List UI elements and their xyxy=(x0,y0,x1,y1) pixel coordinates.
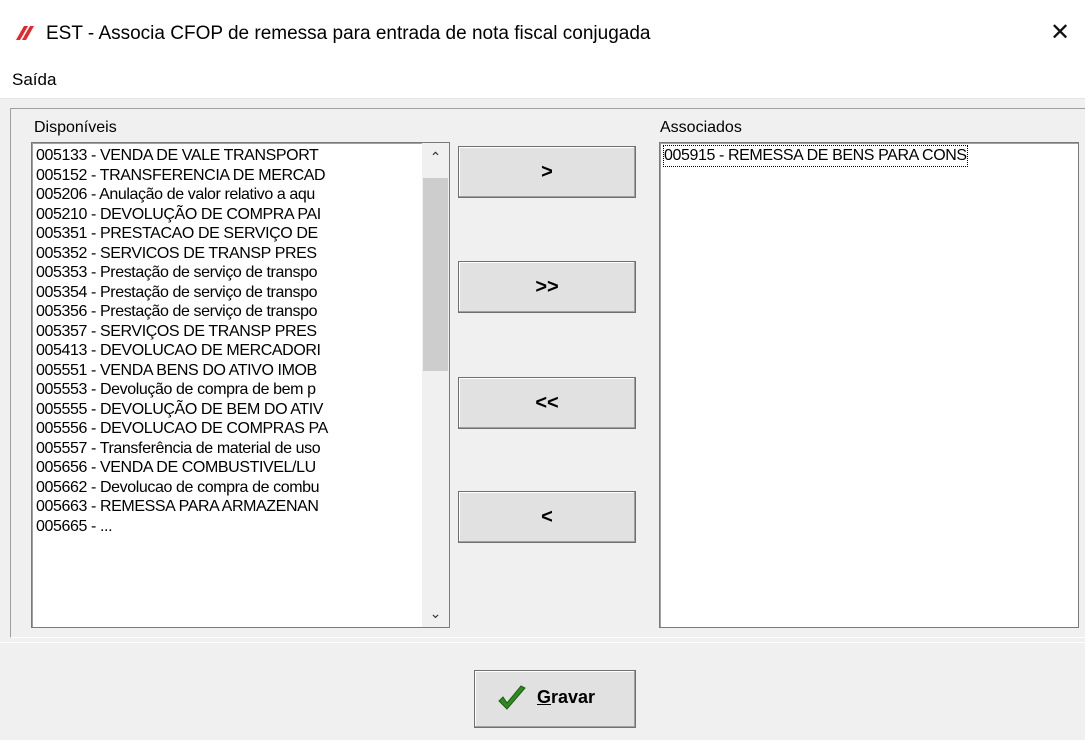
available-item[interactable]: 005356 - Prestação de serviço de transpo xyxy=(36,302,328,322)
available-item[interactable]: 005553 - Devolução de compra de bem p xyxy=(36,380,328,400)
available-item[interactable]: 005351 - PRESTACAO DE SERVIÇO DE xyxy=(36,224,328,244)
save-button[interactable]: Gravar xyxy=(474,670,636,728)
add-all-button[interactable]: >> xyxy=(458,261,636,313)
associated-items: 005915 - REMESSA DE BENS PARA CONS xyxy=(663,145,968,167)
associated-item[interactable]: 005915 - REMESSA DE BENS PARA CONS xyxy=(663,145,968,167)
available-item[interactable]: 005557 - Transferência de material de us… xyxy=(36,439,328,459)
scroll-thumb[interactable] xyxy=(423,178,448,371)
menu-item-saida[interactable]: Saída xyxy=(12,70,56,90)
flag-stripes-icon xyxy=(16,26,34,40)
available-item[interactable]: 005133 - VENDA DE VALE TRANSPORT xyxy=(36,146,328,166)
available-listbox[interactable]: 005133 - VENDA DE VALE TRANSPORT 005152 -… xyxy=(31,142,450,628)
checkmark-icon xyxy=(498,685,526,710)
footer-divider xyxy=(0,642,1085,643)
available-label: Disponíveis xyxy=(34,119,117,136)
available-item[interactable]: 005665 - ... xyxy=(36,517,328,537)
save-label: Gravar xyxy=(537,687,595,708)
available-items: 005133 - VENDA DE VALE TRANSPORT 005152 -… xyxy=(36,146,328,536)
close-button[interactable]: ✕ xyxy=(1040,16,1080,50)
available-item[interactable]: 005663 - REMESSA PARA ARMAZENAN xyxy=(36,497,328,517)
available-item[interactable]: 005352 - SERVICOS DE TRANSP PRES xyxy=(36,244,328,264)
available-item[interactable]: 005353 - Prestação de serviço de transpo xyxy=(36,263,328,283)
title-bar: EST - Associa CFOP de remessa para entra… xyxy=(0,0,1085,62)
available-item[interactable]: 005152 - TRANSFERENCIA DE MERCAD xyxy=(36,166,328,186)
available-item[interactable]: 005354 - Prestação de serviço de transpo xyxy=(36,283,328,303)
save-label-rest: ravar xyxy=(551,687,596,707)
available-item[interactable]: 005662 - Devolucao de compra de combu xyxy=(36,478,328,498)
available-item[interactable]: 005551 - VENDA BENS DO ATIVO IMOB xyxy=(36,361,328,381)
available-item[interactable]: 005555 - DEVOLUÇÃO DE BEM DO ATIV xyxy=(36,400,328,420)
remove-all-button[interactable]: << xyxy=(458,377,636,429)
available-item[interactable]: 005556 - DEVOLUCAO DE COMPRAS PA xyxy=(36,419,328,439)
associated-label: Associados xyxy=(660,119,742,136)
available-item[interactable]: 005413 - DEVOLUCAO DE MERCADORI xyxy=(36,341,328,361)
add-one-button[interactable]: > xyxy=(458,146,636,198)
scroll-up-icon[interactable]: ⌃ xyxy=(422,143,449,171)
menu-bar: Saída xyxy=(0,62,1085,99)
save-label-mnemonic: G xyxy=(537,687,552,707)
remove-one-button[interactable]: < xyxy=(458,491,636,543)
associated-listbox[interactable]: 005915 - REMESSA DE BENS PARA CONS xyxy=(659,142,1079,628)
available-item[interactable]: 005206 - Anulação de valor relativo a aq… xyxy=(36,185,328,205)
scroll-down-icon[interactable]: ⌄ xyxy=(422,599,449,627)
available-item[interactable]: 005656 - VENDA DE COMBUSTIVEL/LU xyxy=(36,458,328,478)
available-item[interactable]: 005357 - SERVIÇOS DE TRANSP PRES xyxy=(36,322,328,342)
window-title: EST - Associa CFOP de remessa para entra… xyxy=(46,23,651,44)
available-item[interactable]: 005210 - DEVOLUÇÃO DE COMPRA PAI xyxy=(36,205,328,225)
available-scrollbar[interactable]: ⌃ ⌄ xyxy=(422,143,449,627)
